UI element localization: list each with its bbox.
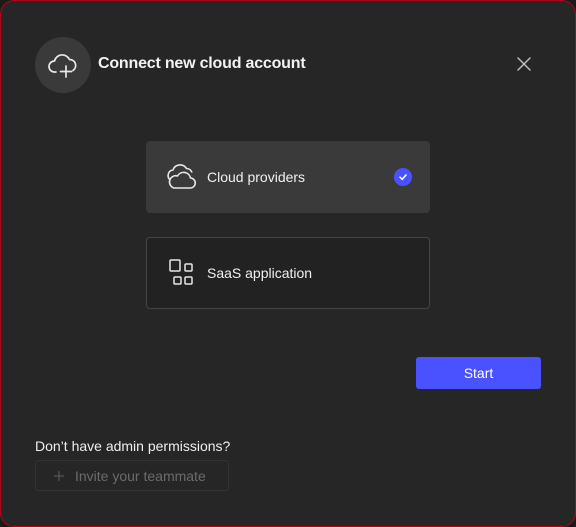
option-label: SaaS application (207, 265, 313, 281)
option-label: Cloud providers (207, 169, 306, 185)
close-icon (517, 57, 531, 71)
close-button[interactable] (513, 53, 535, 75)
invite-teammate-button[interactable]: Invite your teammate (35, 460, 229, 491)
connect-cloud-dialog: Connect new cloud account Cloud provider… (0, 0, 576, 527)
start-button[interactable]: Start (416, 357, 541, 389)
option-saas-application[interactable]: SaaS application (146, 237, 430, 309)
cloud-plus-icon (35, 37, 91, 93)
invite-label: Invite your teammate (75, 467, 206, 484)
plus-icon (54, 470, 64, 481)
apps-grid-icon (165, 256, 199, 290)
dialog-title: Connect new cloud account (98, 55, 306, 72)
cloud-icon (165, 160, 199, 194)
permissions-text: Don’t have admin permissions? (35, 438, 231, 454)
option-cloud-providers[interactable]: Cloud providers (146, 141, 430, 213)
check-icon (394, 168, 412, 186)
